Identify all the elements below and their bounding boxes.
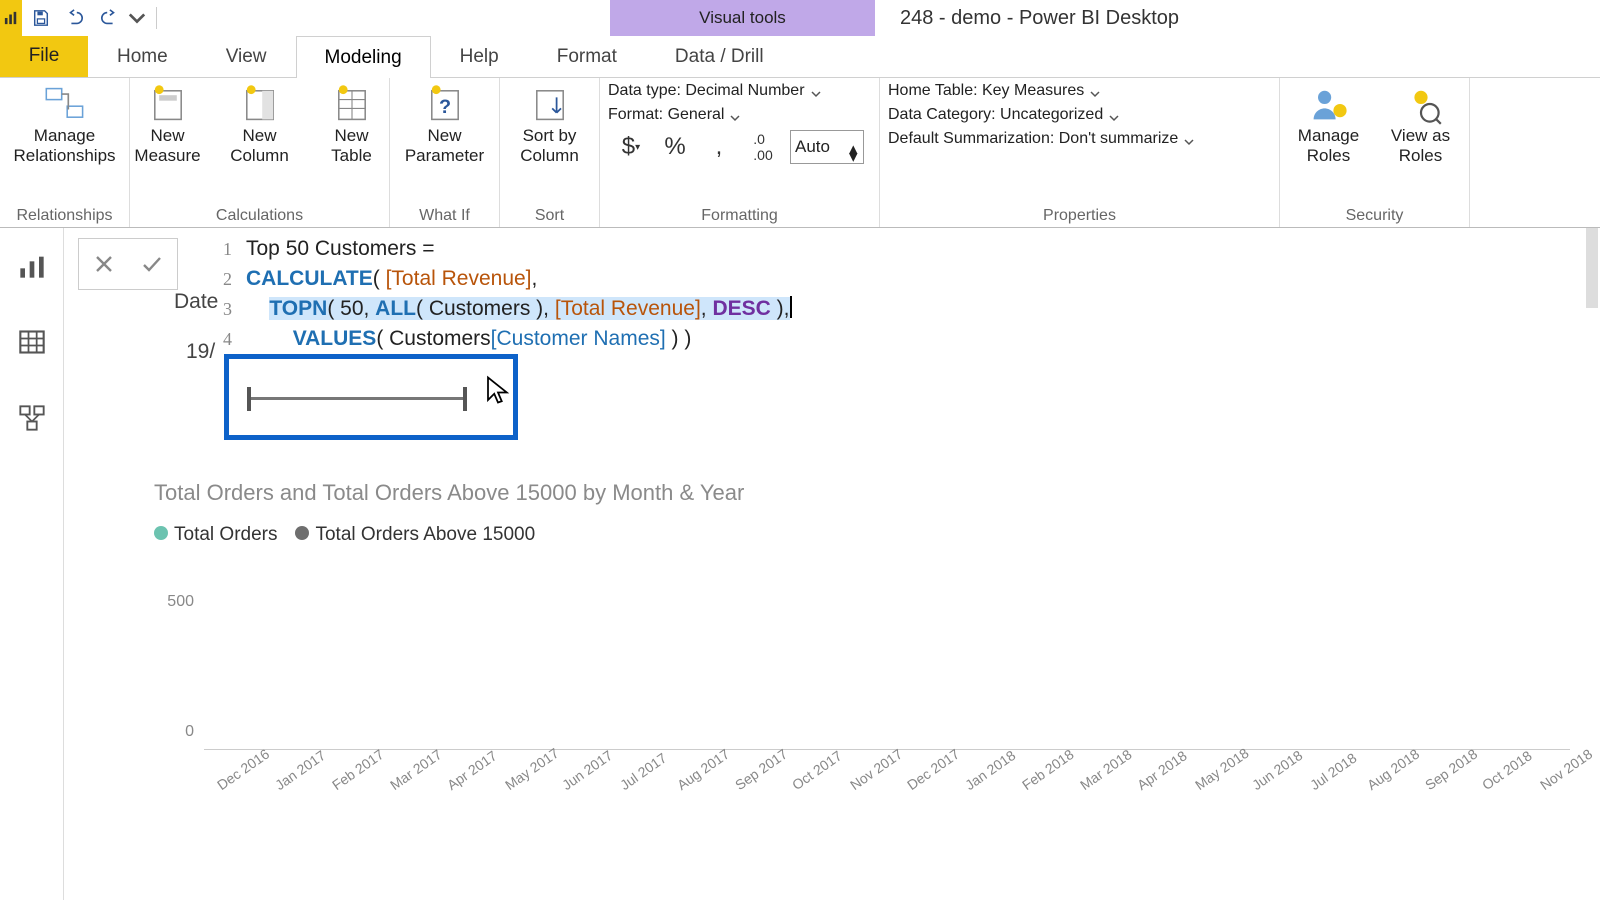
legend-marker-2 bbox=[295, 526, 309, 540]
tab-data-drill[interactable]: Data / Drill bbox=[646, 35, 793, 77]
x-axis-label: Mar 2017 bbox=[387, 755, 432, 793]
redo-icon[interactable] bbox=[94, 3, 124, 33]
chart-legend: Total Orders Total Orders Above 15000 bbox=[154, 524, 1570, 546]
x-axis-label: Jan 2017 bbox=[272, 755, 317, 793]
tab-home[interactable]: Home bbox=[88, 35, 197, 77]
model-view-icon[interactable] bbox=[12, 398, 52, 438]
x-axis-label: Aug 2018 bbox=[1364, 755, 1409, 793]
data-type-dropdown[interactable]: Data type: Decimal Number bbox=[608, 82, 821, 100]
new-table-button[interactable]: New Table bbox=[309, 82, 395, 165]
save-icon[interactable] bbox=[26, 3, 56, 33]
chevron-down-icon bbox=[1090, 86, 1100, 96]
date-slicer-selected[interactable] bbox=[224, 354, 518, 440]
x-axis-label: Jan 2018 bbox=[962, 755, 1007, 793]
slider-handle-right[interactable] bbox=[463, 387, 467, 411]
cancel-formula-icon[interactable] bbox=[83, 243, 125, 285]
x-axis-label: Oct 2018 bbox=[1479, 755, 1524, 793]
x-axis-label: Aug 2017 bbox=[674, 755, 719, 793]
window-title: 248 - demo - Power BI Desktop bbox=[900, 0, 1179, 36]
commit-formula-icon[interactable] bbox=[131, 243, 173, 285]
undo-icon[interactable] bbox=[60, 3, 90, 33]
new-parameter-button[interactable]: ? New Parameter bbox=[395, 82, 495, 165]
x-axis-label: Dec 2017 bbox=[904, 755, 949, 793]
qat-customize-icon[interactable] bbox=[128, 3, 146, 33]
mouse-cursor-icon bbox=[485, 375, 511, 410]
svg-text:?: ? bbox=[438, 96, 450, 118]
view-as-roles-button[interactable]: View as Roles bbox=[1378, 82, 1464, 165]
x-axis-label: Sep 2018 bbox=[1422, 755, 1467, 793]
tab-modeling[interactable]: Modeling bbox=[296, 36, 431, 78]
app-icon bbox=[0, 0, 22, 36]
tab-help[interactable]: Help bbox=[431, 35, 528, 77]
legend-marker-1 bbox=[154, 526, 168, 540]
slicer-value-fragment: 19/ bbox=[186, 340, 215, 364]
x-axis-label: Dec 2016 bbox=[214, 755, 259, 793]
title-bar: Visual tools 248 - demo - Power BI Deskt… bbox=[0, 0, 1600, 36]
decimal-places-input[interactable]: Auto ▴▾ bbox=[790, 130, 864, 164]
label: Manage Relationships bbox=[13, 126, 115, 165]
ribbon: Manage Relationships Relationships New M… bbox=[0, 78, 1600, 228]
x-axis-label: Jun 2017 bbox=[559, 755, 604, 793]
manage-roles-button[interactable]: Manage Roles bbox=[1286, 82, 1372, 165]
x-axis-label: Jul 2018 bbox=[1307, 755, 1352, 793]
home-table-dropdown[interactable]: Home Table: Key Measures bbox=[888, 82, 1100, 100]
report-canvas[interactable]: 1Top 50 Customers = 2CALCULATE( [Total R… bbox=[64, 228, 1600, 900]
chevron-down-icon bbox=[1109, 110, 1119, 120]
sort-by-column-button[interactable]: Sort by Column bbox=[507, 82, 593, 165]
tab-file[interactable]: File bbox=[0, 35, 88, 77]
x-axis-label: Jun 2018 bbox=[1249, 755, 1294, 793]
chevron-down-icon bbox=[730, 110, 740, 120]
data-view-icon[interactable] bbox=[12, 322, 52, 362]
formula-bar-actions bbox=[78, 238, 178, 290]
decimal-icon[interactable]: .0.00 bbox=[746, 130, 780, 164]
chevron-down-icon bbox=[811, 86, 821, 96]
formula-bar[interactable]: 1Top 50 Customers = 2CALCULATE( [Total R… bbox=[212, 234, 1580, 354]
currency-button[interactable]: $▾ bbox=[614, 130, 648, 164]
view-switcher bbox=[0, 228, 64, 900]
x-axis-label: Jul 2017 bbox=[617, 755, 662, 793]
spin-down-icon[interactable]: ▾ bbox=[849, 147, 859, 155]
slider-track[interactable] bbox=[247, 397, 467, 400]
format-dropdown[interactable]: Format: General bbox=[608, 106, 740, 124]
x-axis-label: Feb 2017 bbox=[329, 755, 374, 793]
slicer-title: Date bbox=[174, 290, 218, 314]
default-summarization-dropdown[interactable]: Default Summarization: Don't summarize bbox=[888, 130, 1194, 148]
x-axis-label: Nov 2018 bbox=[1537, 755, 1582, 793]
x-axis-label: Sep 2017 bbox=[732, 755, 777, 793]
contextual-tab-visual-tools[interactable]: Visual tools bbox=[610, 0, 875, 36]
tab-view[interactable]: View bbox=[197, 35, 296, 77]
slider-handle-left[interactable] bbox=[247, 387, 251, 411]
thousands-button[interactable]: , bbox=[702, 130, 736, 164]
manage-relationships-button[interactable]: Manage Relationships bbox=[6, 82, 124, 165]
x-axis-label: May 2018 bbox=[1192, 755, 1237, 793]
x-axis-label: Apr 2017 bbox=[444, 755, 489, 793]
chevron-down-icon bbox=[1184, 134, 1194, 144]
report-view-icon[interactable] bbox=[12, 246, 52, 286]
qat-separator bbox=[156, 7, 157, 29]
tab-format[interactable]: Format bbox=[528, 35, 646, 77]
percent-button[interactable]: % bbox=[658, 130, 692, 164]
new-column-button[interactable]: New Column bbox=[217, 82, 303, 165]
chart-title: Total Orders and Total Orders Above 1500… bbox=[154, 480, 1570, 506]
data-category-dropdown[interactable]: Data Category: Uncategorized bbox=[888, 106, 1119, 124]
x-axis-label: Nov 2017 bbox=[847, 755, 892, 793]
group-label: Relationships bbox=[16, 205, 112, 225]
new-measure-button[interactable]: New Measure bbox=[125, 82, 211, 165]
spin-up-icon[interactable]: ▴ bbox=[849, 139, 859, 147]
text-cursor bbox=[790, 296, 792, 318]
x-axis-label: Apr 2018 bbox=[1134, 755, 1179, 793]
x-axis-label: Mar 2018 bbox=[1077, 755, 1122, 793]
chart-plot-area: 0 500 Dec 2016Jan 2017Feb 2017Mar 2017Ap… bbox=[204, 568, 1570, 788]
scrollbar[interactable] bbox=[1586, 228, 1598, 308]
x-axis-label: Oct 2017 bbox=[789, 755, 834, 793]
x-axis-label: May 2017 bbox=[502, 755, 547, 793]
chart-visual[interactable]: Total Orders and Total Orders Above 1500… bbox=[154, 480, 1570, 890]
ribbon-tabs: File Home View Modeling Help Format Data… bbox=[0, 36, 1600, 78]
x-axis-label: Feb 2018 bbox=[1019, 755, 1064, 793]
